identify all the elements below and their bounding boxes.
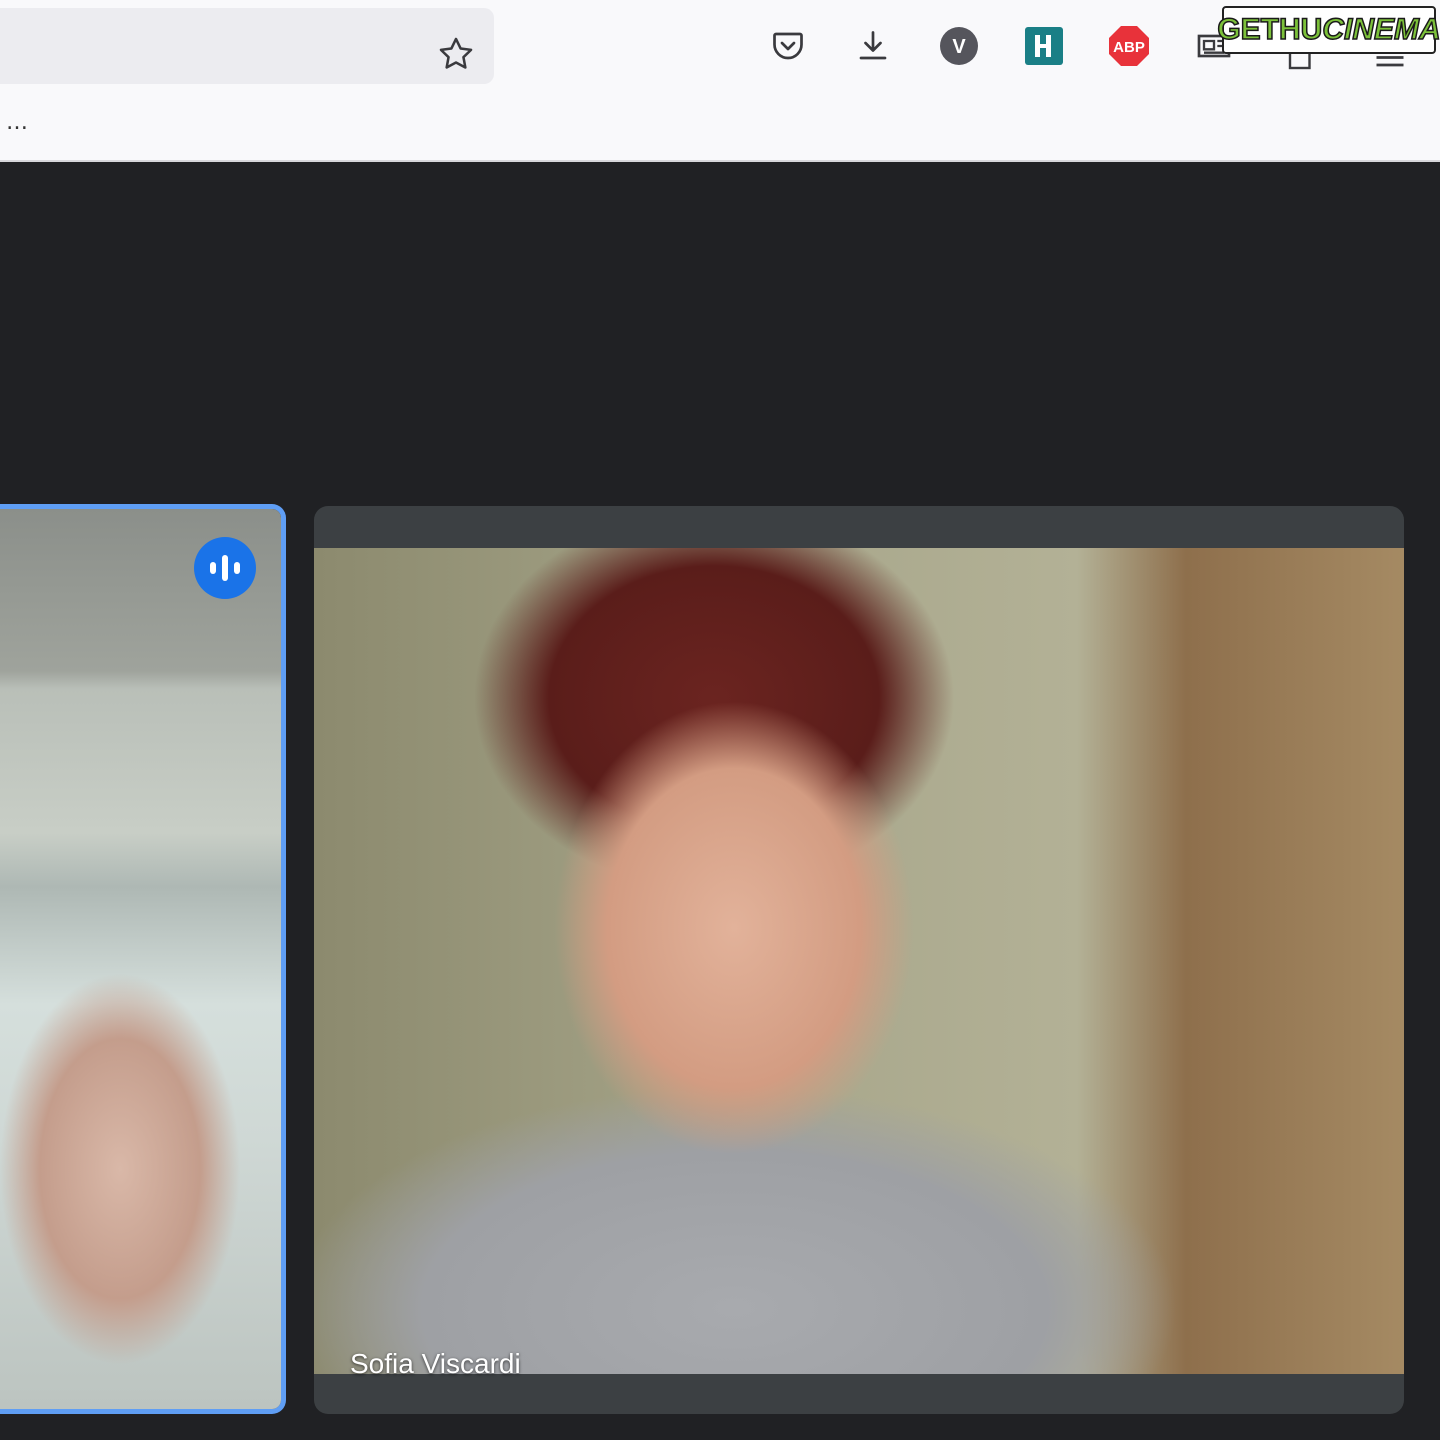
participant-name: Sofia Viscardi: [350, 1348, 521, 1379]
watermark-text-a: GETHU: [1217, 12, 1324, 47]
address-bar[interactable]: [0, 8, 494, 84]
svg-text:V: V: [952, 36, 966, 58]
watermark-text-b: CINEMA: [1322, 12, 1440, 47]
h-extension-icon[interactable]: [1022, 24, 1066, 68]
download-icon[interactable]: [851, 24, 895, 68]
participant-video: [0, 509, 281, 1409]
bookmarks-bar: …: [0, 96, 1440, 162]
v-extension-icon[interactable]: V: [937, 24, 981, 68]
svg-text:ABP: ABP: [1113, 39, 1145, 56]
participant-video-main: [314, 548, 1404, 1374]
audio-bars-icon: [194, 537, 256, 599]
bookmarks-overflow[interactable]: …: [6, 110, 29, 135]
watermark-logo: GETHU CINEMA: [1217, 6, 1440, 54]
participant-tile-speaking[interactable]: [0, 504, 286, 1414]
participant-tile-main[interactable]: Sofia Viscardi: [314, 506, 1404, 1414]
adblock-icon[interactable]: ABP: [1107, 24, 1151, 68]
browser-toolbar: V ABP GETHU CINEMA: [0, 0, 1440, 96]
pocket-icon[interactable]: [766, 24, 810, 68]
bookmark-star-icon[interactable]: [434, 32, 478, 76]
